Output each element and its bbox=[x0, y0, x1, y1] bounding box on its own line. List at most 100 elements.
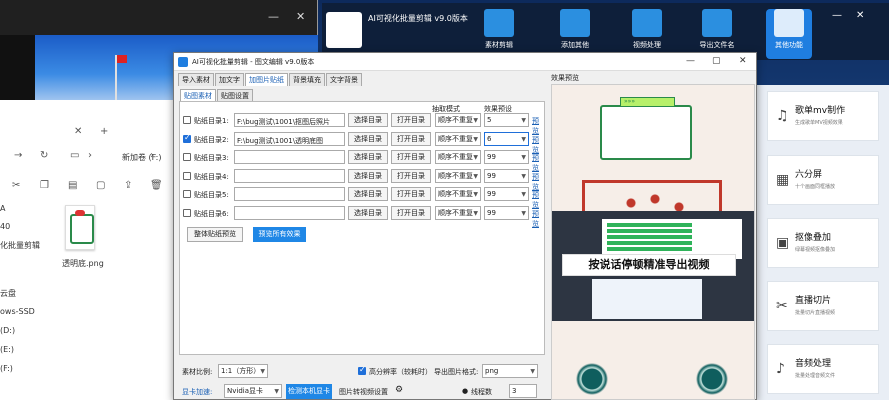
gear-icon[interactable]: ⚙ bbox=[395, 385, 403, 395]
row-checkbox[interactable] bbox=[183, 190, 191, 198]
preview-link[interactable]: 预览 bbox=[532, 190, 539, 210]
share-icon[interactable]: ⇪ bbox=[124, 180, 132, 191]
copy-icon[interactable]: ❐ bbox=[40, 180, 49, 191]
forward-icon[interactable]: → bbox=[14, 150, 22, 161]
minimize-icon[interactable]: — bbox=[832, 10, 842, 21]
row-checkbox[interactable] bbox=[183, 172, 191, 180]
preview-all-button[interactable]: 预览所有效果 bbox=[253, 227, 306, 242]
mode-select[interactable]: 顺序不重复 ▼ bbox=[435, 206, 481, 220]
open-dir-button[interactable]: 打开目录 bbox=[391, 132, 431, 146]
close-icon[interactable]: ✕ bbox=[856, 10, 864, 21]
side-item[interactable]: 40 bbox=[0, 222, 10, 231]
path-field[interactable] bbox=[234, 206, 345, 220]
preview-link[interactable]: 预览 bbox=[532, 209, 539, 229]
add-tab-icon[interactable]: + bbox=[100, 126, 108, 137]
feature-audio[interactable]: ♪ 音频处理 批量处理音频文件 bbox=[767, 344, 879, 394]
side-item[interactable]: (D:) bbox=[0, 326, 15, 335]
mode-select[interactable]: 顺序不重复 ▼ bbox=[435, 187, 481, 201]
rename-icon[interactable]: ▢ bbox=[96, 180, 105, 191]
file-thumbnail[interactable] bbox=[65, 205, 95, 250]
tool-export-filename[interactable]: 导出文件名 bbox=[694, 9, 740, 50]
side-item[interactable]: (F:) bbox=[0, 364, 13, 373]
tab-import[interactable]: 导入素材 bbox=[178, 73, 214, 86]
tool-add-other[interactable]: 添加其他 bbox=[552, 9, 598, 50]
file-name[interactable]: 透明底.png bbox=[62, 258, 104, 269]
close-icon[interactable]: ✕ bbox=[739, 56, 747, 66]
tab-bg-fill[interactable]: 背景填充 bbox=[289, 73, 325, 86]
mode-select[interactable]: 顺序不重复 ▼ bbox=[435, 132, 481, 146]
threads-input[interactable]: 3 bbox=[509, 384, 537, 398]
effect-select[interactable]: 99 ▼ bbox=[484, 187, 529, 201]
preview-link[interactable]: 预览 bbox=[532, 172, 539, 192]
effect-select[interactable]: 99 ▼ bbox=[484, 169, 529, 183]
thread-radio-icon[interactable]: ● bbox=[462, 387, 468, 395]
subtab-sticker-settings[interactable]: 贴图设置 bbox=[217, 89, 253, 101]
tab-add-text[interactable]: 加文字 bbox=[215, 73, 244, 86]
select-dir-button[interactable]: 选择目录 bbox=[348, 150, 388, 164]
select-dir-button[interactable]: 选择目录 bbox=[348, 132, 388, 146]
tab-add-sticker[interactable]: 加图片贴纸 bbox=[245, 73, 288, 86]
feature-key-overlay[interactable]: ▣ 抠像叠加 绿幕视频抠像叠加 bbox=[767, 218, 879, 268]
overall-preview-button[interactable]: 整体贴纸预览 bbox=[187, 227, 243, 242]
hq-checkbox[interactable] bbox=[358, 365, 366, 375]
path-field[interactable] bbox=[234, 150, 345, 164]
close-icon[interactable]: ✕ bbox=[296, 10, 305, 23]
row-checkbox[interactable] bbox=[183, 133, 191, 143]
effect-select[interactable]: 99 ▼ bbox=[484, 206, 529, 220]
side-item[interactable]: 化批量剪辑 bbox=[0, 240, 40, 251]
mode-select[interactable]: 顺序不重复 ▼ bbox=[435, 150, 481, 164]
ratio-select[interactable]: 1:1（方形） ▼ bbox=[218, 364, 268, 378]
mode-select[interactable]: 顺序不重复 ▼ bbox=[435, 113, 481, 127]
path-field[interactable]: F:\bug测试\1001\抠图后照片 bbox=[234, 113, 345, 127]
tool-video-process[interactable]: 视频处理 bbox=[624, 9, 670, 50]
paste-icon[interactable]: ▤ bbox=[68, 180, 77, 191]
effect-select[interactable]: 6 ▼ bbox=[484, 132, 529, 146]
close-tab-icon[interactable]: ✕ bbox=[74, 126, 82, 137]
export-format-select[interactable]: png ▼ bbox=[482, 364, 538, 378]
side-item[interactable]: (E:) bbox=[0, 345, 14, 354]
detect-gpu-button[interactable]: 检测本机显卡 bbox=[286, 384, 332, 399]
minimize-icon[interactable]: — bbox=[268, 10, 279, 23]
tool-other-functions[interactable]: 其他功能 bbox=[766, 9, 812, 59]
subtab-sticker-material[interactable]: 贴图素材 bbox=[180, 89, 216, 101]
effect-select[interactable]: 5 ▼ bbox=[484, 113, 529, 127]
delete-icon[interactable]: 🗑 bbox=[150, 180, 163, 191]
feature-live-clip[interactable]: ✂ 直播切片 批量切片直播视频 bbox=[767, 281, 879, 331]
maximize-icon[interactable]: ▢ bbox=[712, 56, 721, 66]
select-dir-button[interactable]: 选择目录 bbox=[348, 206, 388, 220]
open-dir-button[interactable]: 打开目录 bbox=[391, 206, 431, 220]
refresh-icon[interactable]: ↻ bbox=[40, 150, 48, 161]
path-field[interactable] bbox=[234, 169, 345, 183]
row-checkbox[interactable] bbox=[183, 116, 191, 124]
open-dir-button[interactable]: 打开目录 bbox=[391, 169, 431, 183]
row-checkbox[interactable] bbox=[183, 209, 191, 217]
open-dir-button[interactable]: 打开目录 bbox=[391, 187, 431, 201]
explorer-path[interactable]: 新加卷 (F:) bbox=[122, 152, 161, 163]
preview-link[interactable]: 预览 bbox=[532, 116, 539, 136]
path-field[interactable] bbox=[234, 187, 345, 201]
cloud-decoration bbox=[682, 355, 742, 395]
select-dir-button[interactable]: 选择目录 bbox=[348, 187, 388, 201]
open-dir-button[interactable]: 打开目录 bbox=[391, 150, 431, 164]
side-item[interactable]: 云盘 bbox=[0, 288, 16, 299]
preview-link[interactable]: 预览 bbox=[532, 135, 539, 155]
select-dir-button[interactable]: 选择目录 bbox=[348, 113, 388, 127]
mode-value: 顺序不重复 bbox=[438, 153, 473, 161]
feature-song-mv[interactable]: ♫ 歌单mv制作 生成歌单MV视频效果 bbox=[767, 91, 879, 141]
row-checkbox[interactable] bbox=[183, 153, 191, 161]
select-dir-button[interactable]: 选择目录 bbox=[348, 169, 388, 183]
tool-material-edit[interactable]: 素材剪辑 bbox=[476, 9, 522, 50]
effect-select[interactable]: 99 ▼ bbox=[484, 150, 529, 164]
minimize-icon[interactable]: — bbox=[686, 56, 695, 66]
gpu-select[interactable]: Nvidia显卡 ▼ bbox=[224, 384, 282, 398]
mode-select[interactable]: 顺序不重复 ▼ bbox=[435, 169, 481, 183]
cut-icon[interactable]: ✂ bbox=[12, 180, 20, 191]
side-item[interactable]: ows-SSD bbox=[0, 307, 35, 316]
feature-six-split[interactable]: ▦ 六分屏 十个画面同框播放 bbox=[767, 155, 879, 205]
open-dir-button[interactable]: 打开目录 bbox=[391, 113, 431, 127]
tab-text-bg[interactable]: 文字背景 bbox=[326, 73, 362, 86]
monitor-icon[interactable]: ▭ bbox=[70, 150, 79, 161]
chevron-down-icon: ▼ bbox=[521, 136, 526, 143]
preview-link[interactable]: 预览 bbox=[532, 153, 539, 173]
path-field[interactable]: F:\bug测试\1001\透明底图 bbox=[234, 132, 345, 146]
